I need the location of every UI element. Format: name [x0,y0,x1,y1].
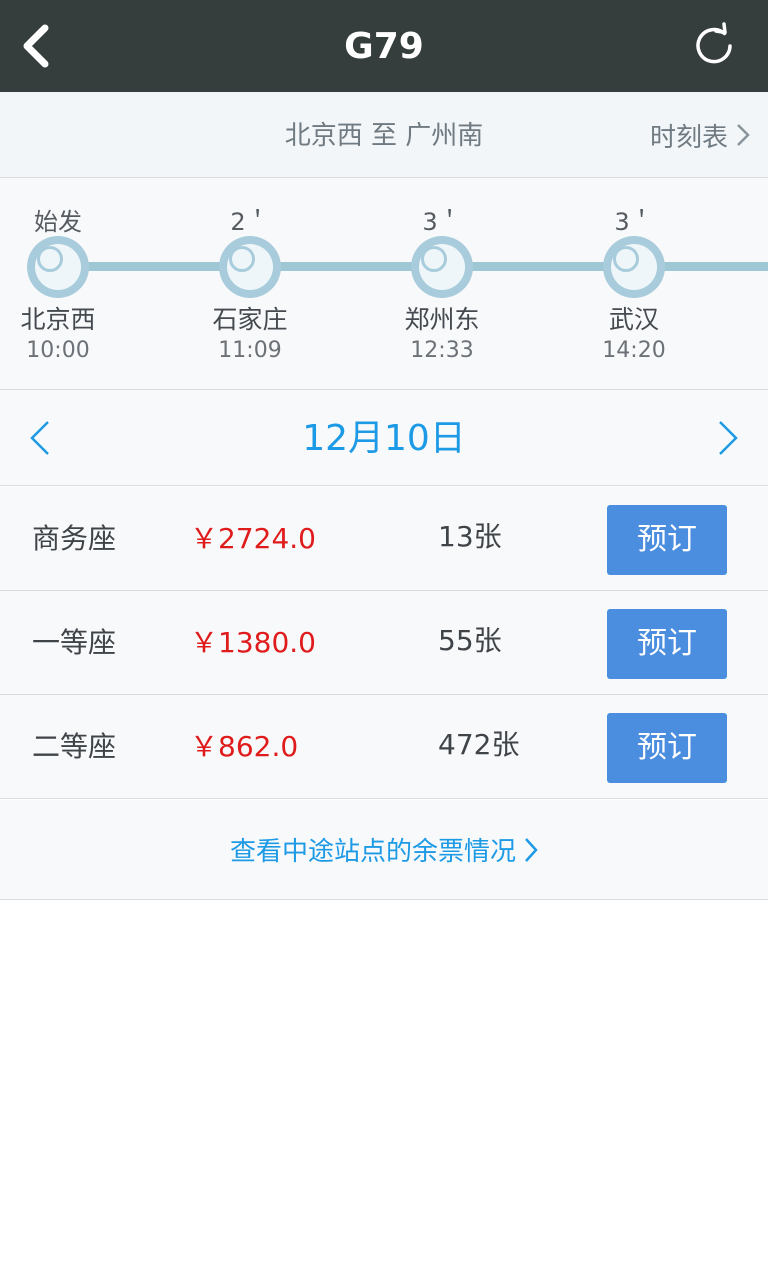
station-stop-label: 2＇ [230,208,270,236]
book-button[interactable]: 预订 [607,505,727,575]
chevron-left-icon [30,421,49,455]
chevron-left-icon [23,24,49,68]
refresh-button[interactable] [688,20,740,72]
seat-count: 472张 [438,728,520,761]
station-item[interactable]: 3＇ 郑州东 12:33 [382,178,502,390]
page-title: G79 [344,26,424,67]
station-stop-label: 3＇ [614,208,654,236]
refresh-icon [696,22,732,64]
seat-type: 商务座 [32,522,117,555]
date-bar: 12月10日 [0,390,768,486]
transit-link-label: 查看中途站点的余票情况 [229,837,516,867]
timetable-label: 时刻表 [649,122,728,153]
seat-count: 55张 [438,624,502,657]
station-node-icon [219,236,281,298]
station-time: 11:09 [218,338,282,363]
back-button[interactable] [14,20,58,72]
station-item[interactable]: 3＇ 武汉 14:20 [574,178,694,390]
station-node-icon [411,236,473,298]
station-time: 12:33 [410,338,474,363]
seat-row: 一等座 ￥1380.0 55张 预订 [0,591,768,695]
selected-date[interactable]: 12月10日 [0,390,768,486]
station-node-icon [27,236,89,298]
station-item[interactable]: 始发 北京西 10:00 [0,178,118,390]
seat-count: 13张 [438,520,502,553]
book-button[interactable]: 预订 [607,609,727,679]
station-name: 北京西 [20,305,96,334]
station-strip[interactable]: 始发 北京西 10:00 2＇ 石家庄 11:09 3＇ 郑州东 12:33 3… [0,178,768,390]
seat-price: ￥1380.0 [190,626,316,659]
station-name: 石家庄 [212,305,288,334]
route-bar: 北京西 至 广州南 时刻表 [0,92,768,178]
timetable-link[interactable]: 时刻表 [650,92,750,178]
next-day-button[interactable] [700,410,756,466]
station-node-icon [603,236,665,298]
station-item[interactable]: 2＇ 石家庄 11:09 [190,178,310,390]
seat-row: 商务座 ￥2724.0 13张 预订 [0,487,768,591]
seat-type: 二等座 [32,730,117,763]
station-time: 14:20 [602,338,666,363]
chevron-right-icon [719,421,738,455]
station-stop-label: 3＇ [422,208,462,236]
top-bar: G79 [0,0,768,92]
station-time: 10:00 [26,338,90,363]
seat-price: ￥862.0 [190,730,299,763]
transit-availability-link[interactable]: 查看中途站点的余票情况 [0,800,768,900]
chevron-right-icon [524,837,538,863]
previous-day-button[interactable] [12,410,68,466]
station-name: 郑州东 [404,305,480,334]
chevron-right-icon [736,123,750,147]
station-name: 武汉 [608,305,659,334]
seat-type: 一等座 [32,626,117,659]
book-button[interactable]: 预订 [607,713,727,783]
seat-price: ￥2724.0 [190,522,316,555]
station-stop-label: 始发 [34,208,82,236]
seat-row: 二等座 ￥862.0 472张 预订 [0,695,768,799]
